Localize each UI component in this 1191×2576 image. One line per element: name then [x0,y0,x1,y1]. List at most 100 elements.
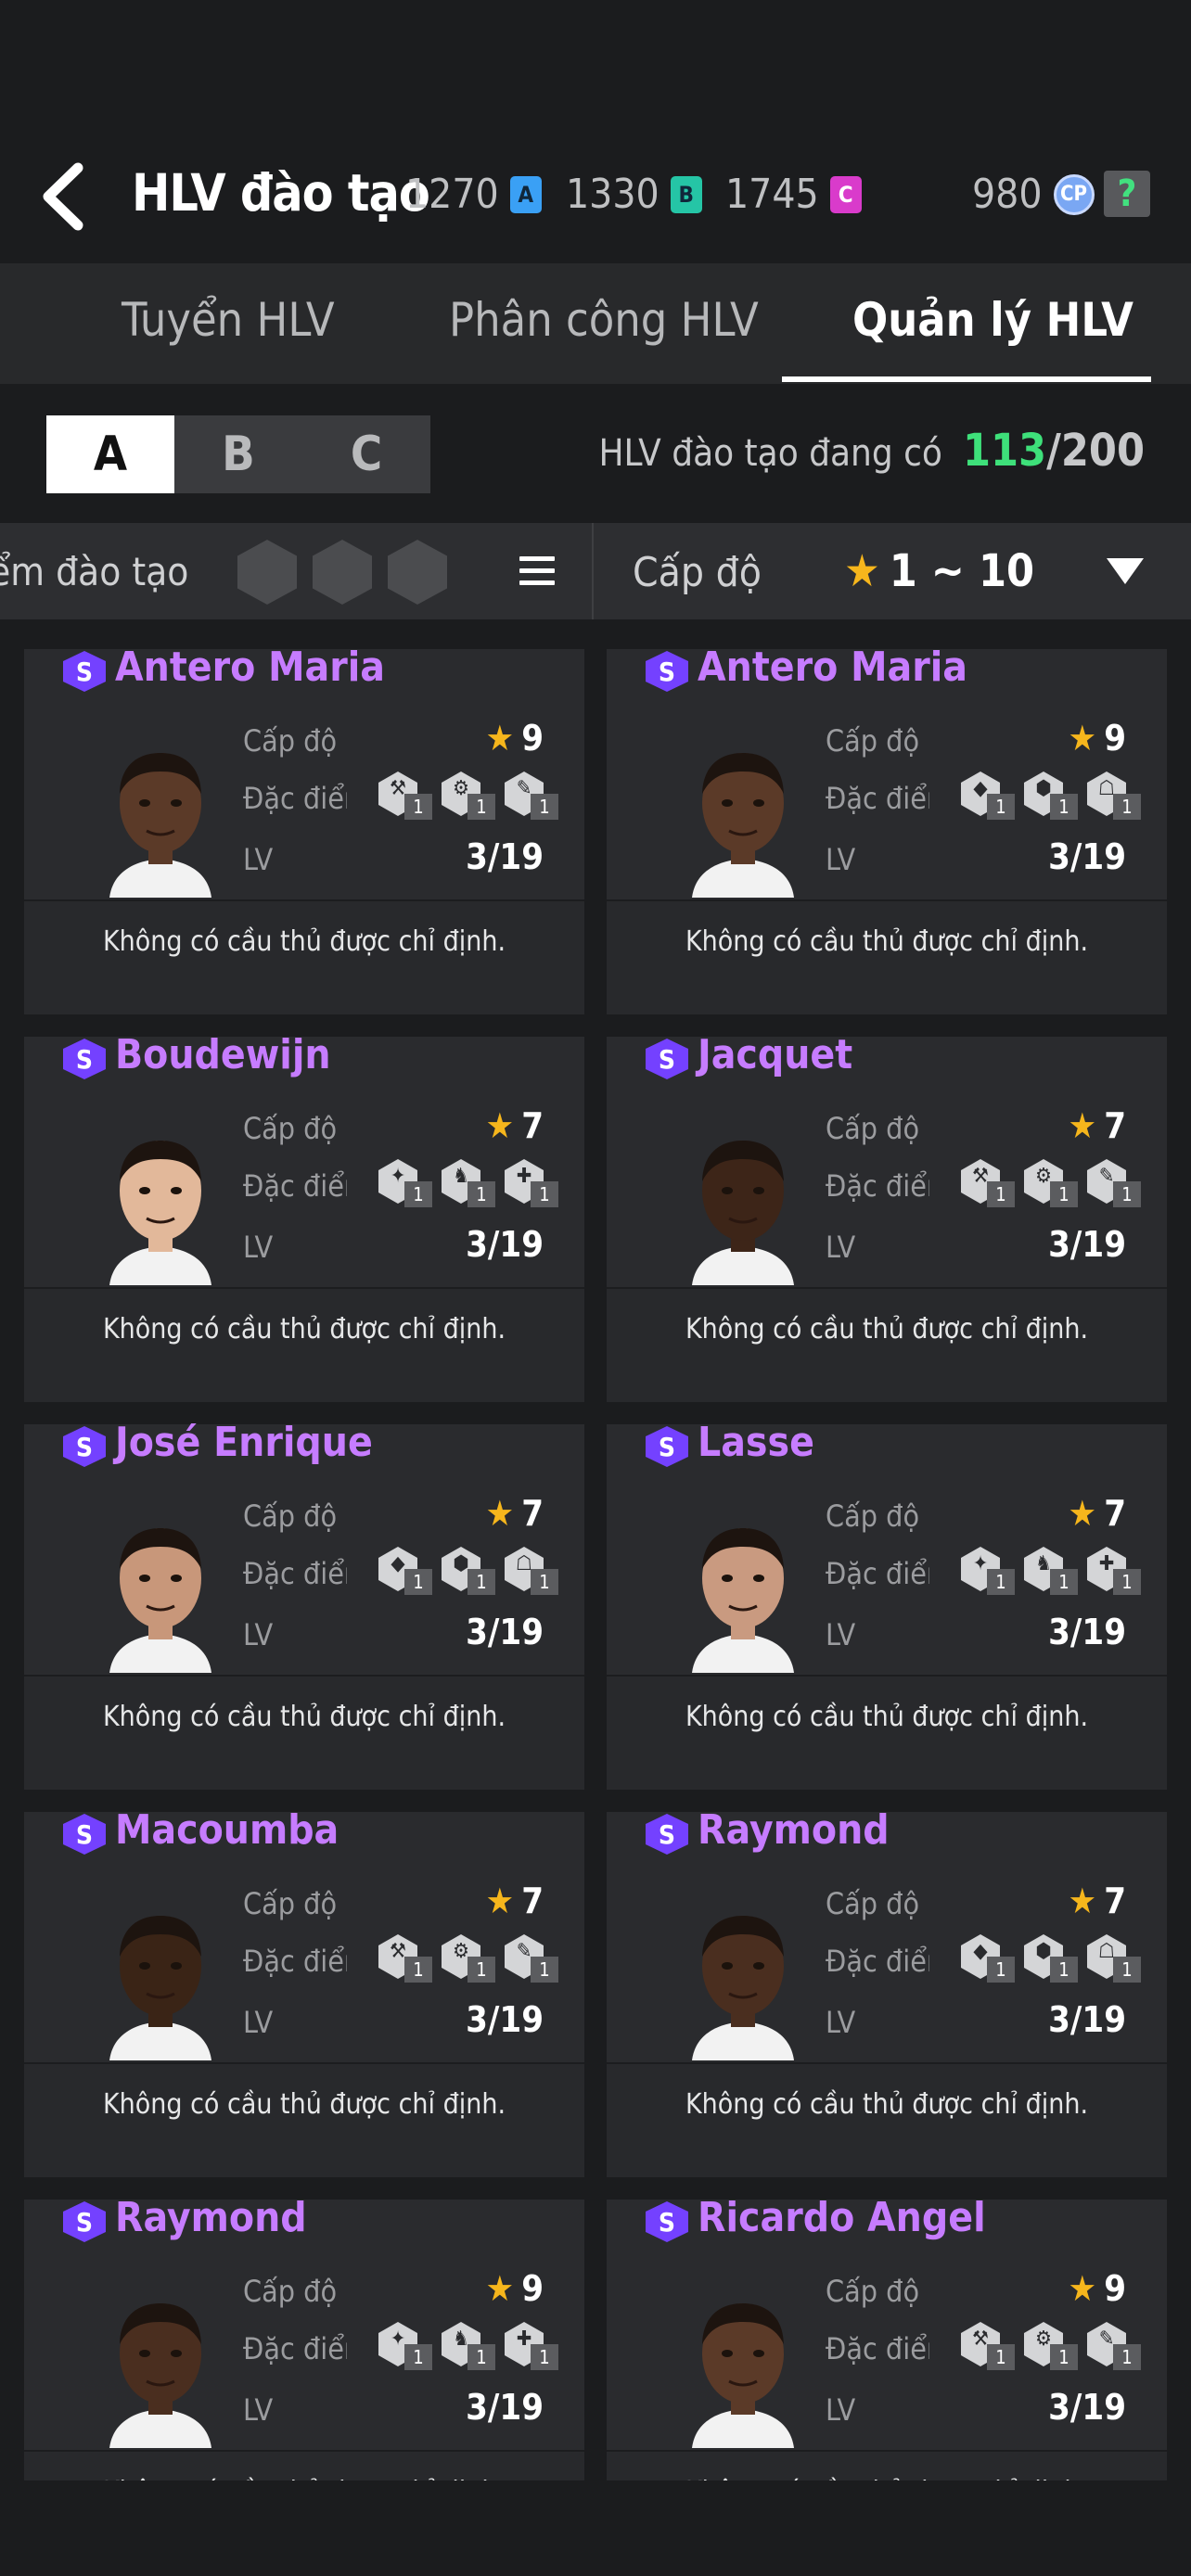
trait-count: 1 [1050,2344,1078,2370]
assigned-player-slot[interactable]: Không có cầu thủ được chỉ định. [607,899,1167,1014]
trait-count: 1 [404,2344,432,2370]
trait-count: 1 [987,1569,1015,1595]
trait-count: 1 [404,1181,432,1207]
coach-level: 9 [1104,718,1126,759]
coach-portrait [109,2303,211,2448]
coach-card[interactable]: S Boudewijn Cấp độ ★7 Đặc điểm ✦ [24,1031,584,1402]
level-filter-value[interactable]: ★ 1 ~ 10 [844,545,1034,597]
star-icon: ★ [485,1105,515,1146]
trait-icons: ◆ 1 ⬢ 1 ☖ 1 [941,1934,1141,1990]
cp-coin-icon: CP [1053,173,1095,215]
level-value: ★ 7 [486,1881,544,1921]
trait-count: 1 [987,2344,1015,2370]
trait-icons: ⚒ 1 ⚙ 1 ✎ 1 [941,2322,1141,2378]
assigned-player-text: Không có cầu thủ được chỉ định. [102,1313,506,1345]
level-value: ★ 9 [486,718,544,759]
coach-portrait [692,753,794,898]
trait-icons: ⚒ 1 ⚙ 1 ✎ 1 [358,772,558,827]
assigned-player-slot[interactable]: Không có cầu thủ được chỉ định. [24,1675,584,1790]
assigned-player-slot[interactable]: Không có cầu thủ được chỉ định. [607,2062,1167,2177]
coach-portrait [109,753,211,898]
coach-card-info: S Antero Maria Cấp độ ★9 Đặc điểm ◆ [607,649,1167,899]
level-value: ★ 7 [486,1105,544,1146]
dropdown-caret-icon[interactable] [1107,558,1144,584]
trait-filter-label: ểm đào tạo [0,549,189,594]
star-icon: ★ [1068,2268,1097,2309]
help-button[interactable]: ? [1104,171,1150,217]
coach-card[interactable]: S José Enrique Cấp độ ★7 Đặc điểm ◆ [24,1419,584,1790]
trait-count: 1 [1050,1957,1078,1983]
assigned-player-text: Không có cầu thủ được chỉ định. [685,925,1089,958]
coach-card[interactable]: S Ricardo Angel Cấp độ ★9 Đặc điểm ⚒ [607,2194,1167,2480]
level-label: Cấp độ [826,723,920,759]
trait-label: Đặc điểm [826,1168,929,1204]
trait-count: 1 [987,1181,1015,1207]
lv-label: LV [243,1617,274,1652]
menu-list-icon[interactable] [519,556,555,586]
coach-level: 7 [1104,1105,1126,1146]
trait-icons: ◆ 1 ⬢ 1 ☖ 1 [358,1547,558,1602]
coach-card[interactable]: S Raymond Cấp độ ★7 Đặc điểm ◆ 1 [607,1806,1167,2177]
coach-count-separator: / [1046,425,1061,477]
trait-label: Đặc điểm [826,781,929,816]
assigned-player-text: Không có cầu thủ được chỉ định. [607,2476,1167,2480]
coach-card[interactable]: S Macoumba Cấp độ ★7 Đặc điểm ⚒ 1 [24,1806,584,2177]
level-label: Cấp độ [243,1111,338,1146]
trait-slot-icon[interactable] [388,540,447,605]
trait-count: 1 [987,794,1015,820]
trait-count: 1 [531,1569,558,1595]
level-value: ★ 9 [486,2268,544,2309]
trait-count: 1 [1050,794,1078,820]
trait-label: Đặc điểm [243,2331,347,2366]
trait-slot-icon[interactable] [237,540,297,605]
lv-label: LV [243,2005,274,2040]
level-label: Cấp độ [826,2274,920,2309]
coach-card[interactable]: S Jacquet Cấp độ ★7 Đặc điểm ⚒ 1 [607,1031,1167,1402]
assigned-player-text: Không có cầu thủ được chỉ định. [685,2088,1089,2121]
tab-manage-coach[interactable]: Quản lý HLV [852,293,1133,347]
trait-label: Đặc điểm [243,781,347,816]
trait-count: 1 [987,1957,1015,1983]
coach-portrait [692,1916,794,2060]
coach-portrait [109,1141,211,1285]
grade-tab-c[interactable]: C [302,415,430,493]
currency-c: 1745 C [725,171,862,218]
tab-assign-coach[interactable]: Phân công HLV [449,293,759,347]
coach-level: 9 [521,718,544,759]
back-arrow-icon[interactable] [37,162,93,231]
coach-card-info: S Ricardo Angel Cấp độ ★9 Đặc điểm ⚒ [607,2194,1167,2450]
coach-card[interactable]: S Antero Maria Cấp độ ★9 Đặc điểm ◆ [607,649,1167,1014]
grade-s-badge-icon: S [63,1814,106,1855]
star-icon: ★ [1068,1881,1097,1921]
assigned-player-slot[interactable]: Không có cầu thủ được chỉ định. [24,899,584,1014]
trait-label: Đặc điểm [826,2331,929,2366]
trait-label: Đặc điểm [243,1168,347,1204]
coach-name: Boudewijn [115,1031,331,1078]
grade-s-badge-icon: S [646,2201,688,2242]
assigned-player-slot[interactable]: Không có cầu thủ được chỉ định. [24,2450,584,2480]
coach-card-info: S Raymond Cấp độ ★9 Đặc điểm ✦ 1 [24,2194,584,2450]
coach-card[interactable]: S Raymond Cấp độ ★9 Đặc điểm ✦ 1 [24,2194,584,2480]
assigned-player-slot[interactable]: Không có cầu thủ được chỉ định. [24,2062,584,2177]
tab-recruit-coach[interactable]: Tuyển HLV [122,293,335,347]
grade-tab-a[interactable]: A [46,415,174,493]
trait-slot-icon[interactable] [313,540,372,605]
coach-portrait [692,2303,794,2448]
assigned-player-slot[interactable]: Không có cầu thủ được chỉ định. [607,1287,1167,1402]
grade-s-badge-icon: S [646,1426,688,1467]
coach-card[interactable]: S Antero Maria Cấp độ ★9 Đặc điểm ⚒ [24,649,584,1014]
grade-tab-b[interactable]: B [174,415,302,493]
assigned-player-slot[interactable]: Không có cầu thủ được chỉ định. [607,2450,1167,2480]
coach-card[interactable]: S Lasse Cấp độ ★7 Đặc điểm ✦ 1 [607,1419,1167,1790]
assigned-player-slot[interactable]: Không có cầu thủ được chỉ định. [24,1287,584,1402]
level-value: ★ 9 [1069,718,1126,759]
coach-name: Antero Maria [698,649,968,691]
trait-label: Đặc điểm [826,1944,929,1979]
grade-s-badge-icon: S [63,1039,106,1079]
trait-filter[interactable]: ểm đào tạo [0,523,594,619]
active-tab-indicator [782,376,1151,382]
assigned-player-slot[interactable]: Không có cầu thủ được chỉ định. [607,1675,1167,1790]
coach-portrait [109,1528,211,1673]
coach-card-info: S Antero Maria Cấp độ ★9 Đặc điểm ⚒ [24,649,584,899]
trait-count: 1 [467,1181,495,1207]
